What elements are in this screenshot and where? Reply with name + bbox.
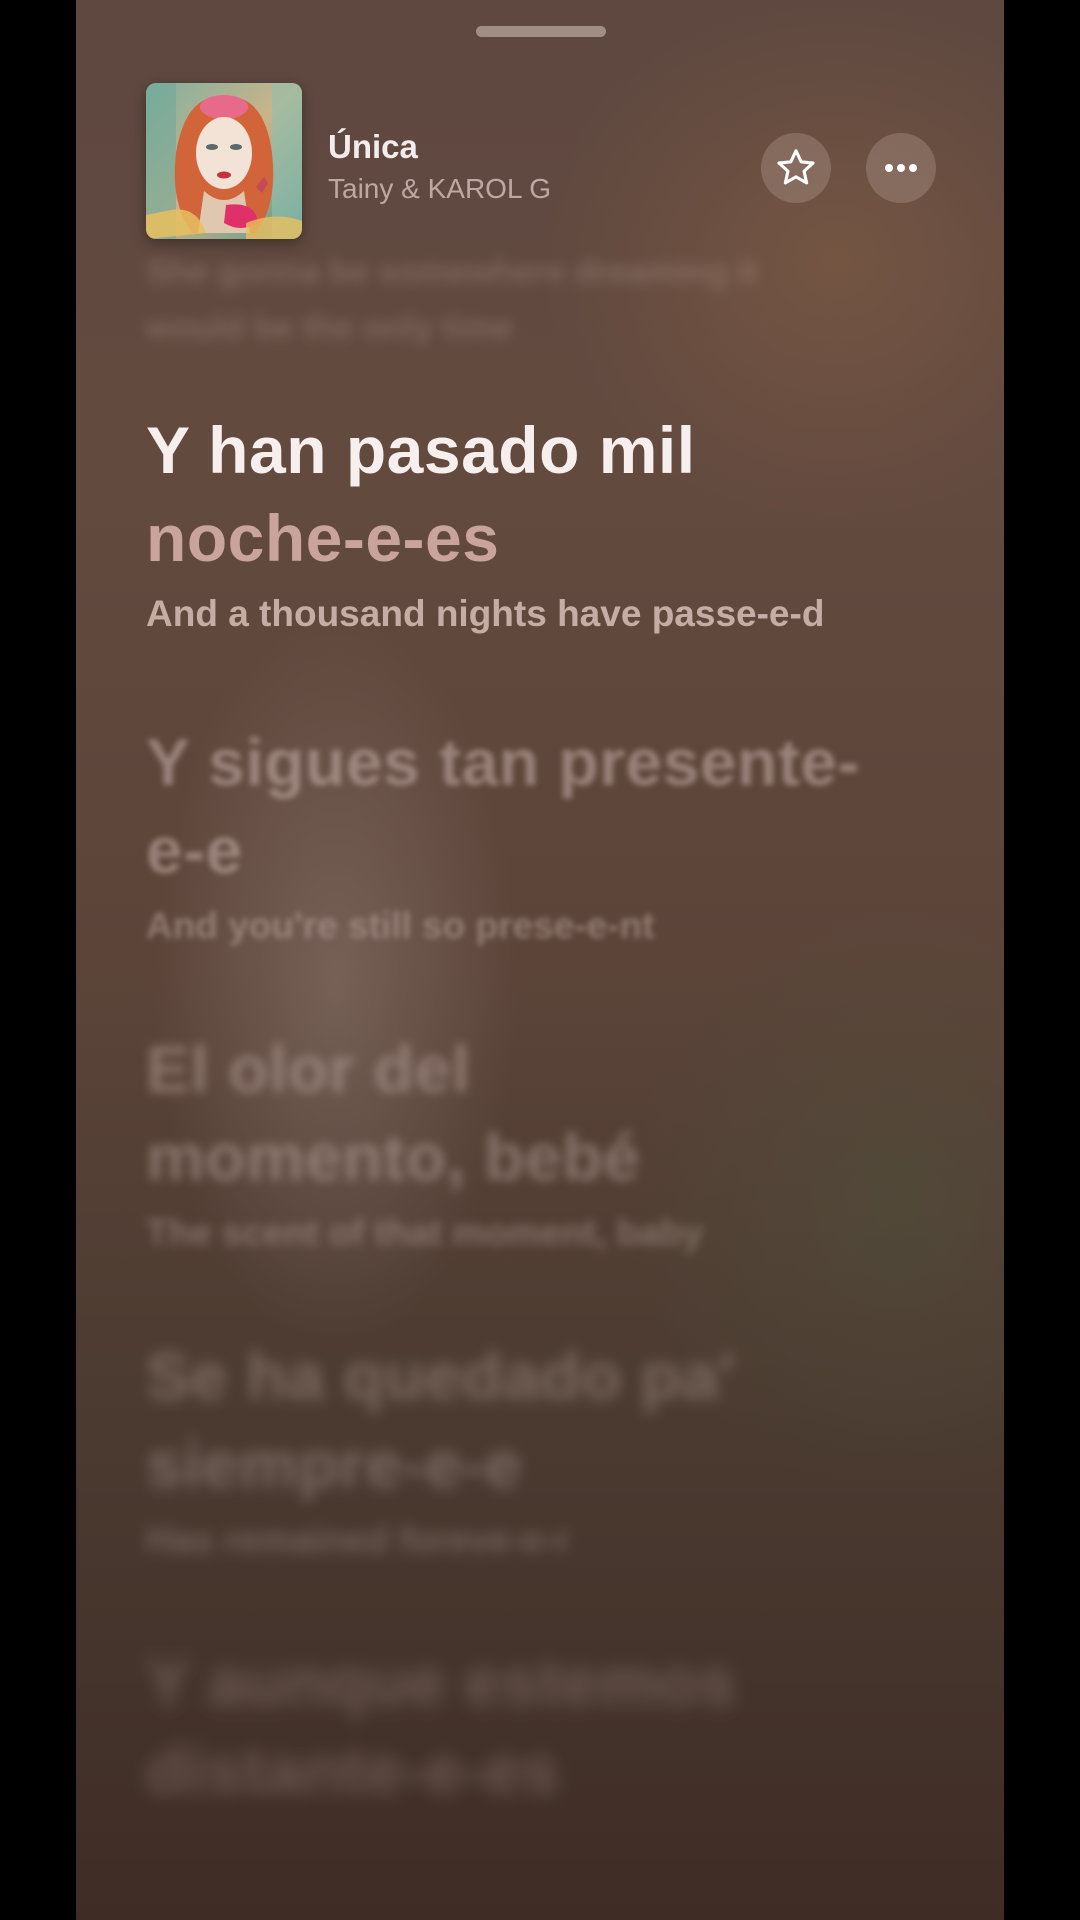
upcoming-lyric-translation: Has remained foreve-e-r — [146, 1519, 570, 1560]
artist-name[interactable]: Tainy & KAROL G — [328, 173, 551, 205]
more-options-button[interactable] — [866, 133, 936, 203]
upcoming-lyric-line2: e-e — [146, 813, 243, 887]
ellipsis-icon — [885, 164, 917, 172]
lyrics-sheet[interactable]: Única Tainy & KAROL G She gonna be somew… — [76, 0, 1004, 1920]
upcoming-lyric-line2: distante-e-es — [146, 1733, 560, 1807]
current-lyric-line2: noche-e-es — [146, 501, 500, 575]
song-title: Única — [328, 128, 418, 165]
upcoming-lyric-translation: And you're still so prese-e-nt — [146, 905, 655, 946]
current-lyric-line[interactable]: Y han pasado mil noche-e-es And a thousa… — [146, 406, 966, 638]
sheet-grabber-handle[interactable] — [476, 26, 606, 37]
upcoming-lyric-line1: El olor del — [146, 1032, 471, 1106]
current-lyric-translation: And a thousand nights have passe-e-d — [146, 593, 825, 634]
upcoming-lyric-text: Se ha quedado pa' siempre-e-e — [146, 1332, 966, 1508]
upcoming-lyric-translation: The scent of that moment, baby — [146, 1212, 704, 1253]
screen: Única Tainy & KAROL G She gonna be somew… — [0, 0, 1080, 1920]
upcoming-lyric-text: Y aunque estemos distante-e-es — [146, 1638, 966, 1814]
upcoming-lyric-line[interactable]: Y aunque estemos distante-e-es — [146, 1638, 966, 1814]
current-lyric-text: Y han pasado mil noche-e-es — [146, 406, 966, 582]
current-lyric-line1: Y han pasado mil — [146, 413, 696, 487]
star-outline-icon — [777, 149, 815, 185]
upcoming-lyric-line[interactable]: Y sigues tan presente- e-e And you're st… — [146, 718, 966, 950]
previous-lyric-text: would be the only time — [146, 309, 513, 347]
upcoming-lyric-line[interactable]: Se ha quedado pa' siempre-e-e Has remain… — [146, 1332, 966, 1564]
album-art — [146, 83, 302, 239]
upcoming-lyric-line1: Y sigues tan presente- — [146, 725, 861, 799]
upcoming-lyric-line[interactable]: El olor del momento, bebé The scent of t… — [146, 1025, 966, 1257]
upcoming-lyric-line2: siempre-e-e — [146, 1427, 523, 1501]
previous-lyric-line[interactable]: She gonna be somewhere dreaming it would… — [146, 244, 966, 356]
upcoming-lyric-text: Y sigues tan presente- e-e — [146, 718, 966, 894]
album-art-illustration-icon — [146, 83, 302, 239]
previous-lyric-text: She gonna be somewhere dreaming it — [146, 253, 759, 291]
upcoming-lyric-line2: momento, bebé — [146, 1120, 641, 1194]
upcoming-lyric-text: El olor del momento, bebé — [146, 1025, 966, 1201]
upcoming-lyric-line1: Se ha quedado pa' — [146, 1339, 735, 1413]
upcoming-lyric-line1: Y aunque estemos — [146, 1645, 736, 1719]
favorite-button[interactable] — [761, 133, 831, 203]
